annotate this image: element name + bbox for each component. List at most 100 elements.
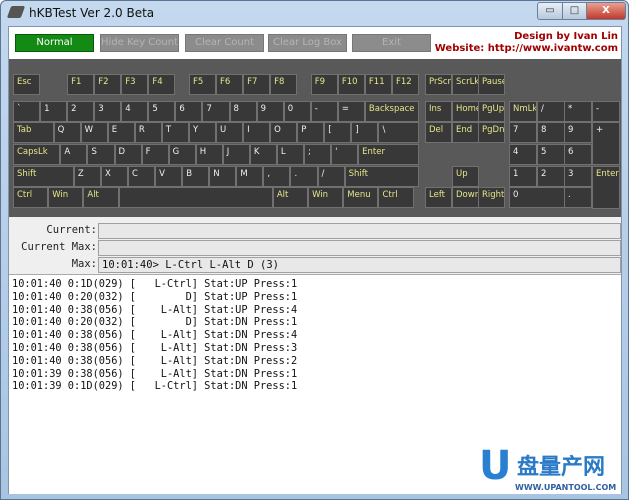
key-win[interactable]: Win [48,187,84,208]
key-f5[interactable]: F5 [188,74,217,95]
key-sym11[interactable]: ' [331,144,359,165]
key-1[interactable]: 1 [40,101,68,122]
key-sym12[interactable]: . [564,187,592,208]
key-alt[interactable]: Alt [272,187,309,208]
key-sym8[interactable]: , [263,166,291,187]
key-8[interactable]: 8 [229,101,257,122]
key-f11[interactable]: F11 [364,74,392,95]
key-o[interactable]: O [270,122,298,143]
key-x[interactable]: X [100,166,129,187]
key-3[interactable]: 3 [564,166,592,187]
key-1[interactable]: 1 [509,166,537,187]
clear-log-box-button[interactable]: Clear Log Box [268,34,347,52]
key-4[interactable]: 4 [509,144,537,165]
key-9[interactable]: 9 [256,101,284,122]
key-7[interactable]: 7 [509,122,537,143]
key-sym11[interactable]: [ [324,122,352,143]
key-n[interactable]: N [209,166,237,187]
key-alt[interactable]: Alt [83,187,119,208]
key-pause[interactable]: Pause [478,74,505,95]
clear-count-button[interactable]: Clear Count [185,34,264,52]
key-7[interactable]: 7 [202,101,230,122]
key-8[interactable]: 8 [537,122,565,143]
key-left[interactable]: Left [425,187,452,208]
key-h[interactable]: H [195,144,223,165]
key-down[interactable]: Down [452,187,479,208]
key-k[interactable]: K [249,144,277,165]
key-f2[interactable]: F2 [94,74,122,95]
key-sym13[interactable]: \ [378,122,420,143]
key-pgdn[interactable]: PgDn [478,122,505,143]
key-a[interactable]: A [60,144,88,165]
key-0[interactable]: 0 [509,187,565,208]
key-sym10[interactable]: / [317,166,345,187]
key-del[interactable]: Del [425,122,452,143]
key-e[interactable]: E [107,122,135,143]
key-f10[interactable]: F10 [337,74,365,95]
key-f6[interactable]: F6 [216,74,244,95]
key-q[interactable]: Q [53,122,81,143]
key-f4[interactable]: F4 [148,74,176,95]
key-f1[interactable]: F1 [67,74,95,95]
key-u[interactable]: U [216,122,244,143]
key-f12[interactable]: F12 [391,74,420,95]
key-sym18[interactable]: / [537,101,565,122]
key-f3[interactable]: F3 [121,74,149,95]
key-ins[interactable]: Ins [425,101,452,122]
key-s[interactable]: S [87,144,115,165]
key-backspace[interactable]: Backspace [364,101,420,122]
key-win[interactable]: Win [308,187,344,208]
key-sym11[interactable]: - [310,101,338,122]
key-space[interactable] [118,187,273,208]
key-home[interactable]: Home [452,101,479,122]
key-sym0[interactable]: ` [13,101,41,122]
key-sym10[interactable]: ; [304,144,332,165]
key-w[interactable]: W [80,122,108,143]
key-ctrl[interactable]: Ctrl [13,187,49,208]
key-l[interactable]: L [276,144,304,165]
exit-button[interactable]: Exit [352,34,431,52]
key-9[interactable]: 9 [564,122,592,143]
close-button[interactable]: X [586,2,626,20]
key-0[interactable]: 0 [283,101,311,122]
key-enter[interactable]: Enter [358,144,420,165]
key-sym12[interactable]: = [337,101,365,122]
key-shift[interactable]: Shift [344,166,420,187]
key-y[interactable]: Y [188,122,217,143]
key-5[interactable]: 5 [148,101,176,122]
key-i[interactable]: I [243,122,271,143]
key-p[interactable]: P [297,122,325,143]
key-sym20[interactable]: - [592,101,620,122]
key-shift[interactable]: Shift [13,166,74,187]
key-z[interactable]: Z [73,166,101,187]
hide-key-count-button[interactable]: Hide Key Count [100,34,179,52]
key-up[interactable]: Up [452,166,479,187]
key-scrlk[interactable]: ScrLk [452,74,479,95]
key-f[interactable]: F [141,144,169,165]
key-r[interactable]: R [134,122,162,143]
key-f8[interactable]: F8 [270,74,298,95]
key-sym12[interactable]: ] [351,122,379,143]
key-prscr[interactable]: PrScr [425,74,452,95]
key-t[interactable]: T [161,122,189,143]
key-6[interactable]: 6 [564,144,592,165]
key-sym9[interactable]: . [290,166,318,187]
key-end[interactable]: End [452,122,479,143]
key-capslk[interactable]: CapsLk [13,144,61,165]
key-right[interactable]: Right [478,187,505,208]
key-sym19[interactable]: * [564,101,592,122]
key-menu[interactable]: Menu [343,187,379,208]
key-enter[interactable]: Enter [592,166,620,209]
key-g[interactable]: G [168,144,196,165]
normal-button[interactable]: Normal [15,34,94,52]
minimize-button[interactable]: ▭ [537,2,563,20]
key-2[interactable]: 2 [67,101,95,122]
key-ctrl[interactable]: Ctrl [378,187,414,208]
key-v[interactable]: V [155,166,183,187]
key-d[interactable]: D [114,144,142,165]
key-nmlk[interactable]: NmLk [509,101,537,122]
key-5[interactable]: 5 [537,144,565,165]
key-pgup[interactable]: PgUp [478,101,505,122]
maximize-button[interactable]: □ [562,2,587,20]
key-f7[interactable]: F7 [243,74,271,95]
